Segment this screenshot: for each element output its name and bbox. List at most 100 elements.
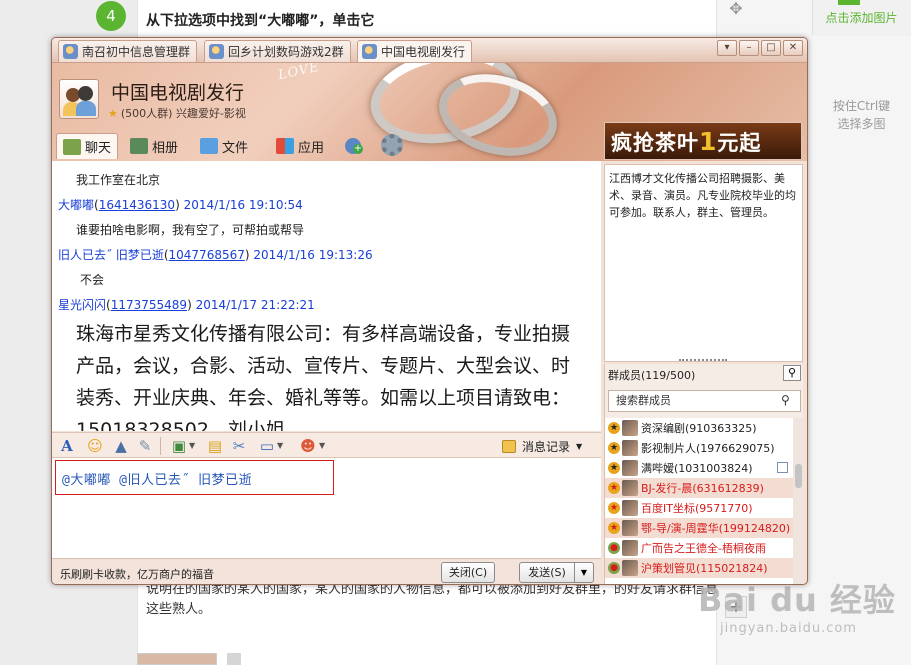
group-icon [63, 44, 78, 59]
step-number-badge: 4 [96, 1, 126, 31]
member-item[interactable]: ★ 资深编剧(910363325) [605, 418, 793, 438]
gear-icon[interactable] [381, 134, 403, 156]
member-item[interactable]: ★ 满哔嫒(1031003824) [605, 458, 793, 478]
minimize-icon[interactable]: – [739, 40, 759, 56]
tea-advertisement[interactable]: 疯抢茶叶1元起 [604, 122, 802, 160]
avatar [622, 440, 638, 456]
photo-album-icon [130, 138, 148, 154]
member-item[interactable]: ● 广而告之王德全-梧桐夜雨 [605, 538, 793, 558]
avatar [622, 560, 638, 576]
member-label: 鄂-导/演-周霆华(199124820) [641, 522, 791, 535]
admin-badge-icon: ★ [608, 522, 620, 534]
sender-qq-link[interactable]: 1173755489 [111, 298, 187, 312]
avatar [622, 520, 638, 536]
member-item[interactable]: ★ 鄂-导/演-周霆华(199124820) [605, 518, 793, 538]
message-header: 旧人已去˝ 旧梦已逝(1047768567) 2014/1/16 19:13:2… [58, 248, 373, 262]
tab-session[interactable]: 南召初中信息管理群 [58, 40, 198, 62]
member-item[interactable]: ★ BJ-发行-晨(631612839) [605, 478, 793, 498]
message-body: 我工作室在北京 [76, 173, 161, 187]
chevron-down-icon[interactable]: ▼ [319, 441, 325, 450]
tab-session[interactable]: 中国电视剧发行 [357, 40, 473, 62]
member-count-title: 群成员(119/500) [608, 369, 696, 382]
toolbar-chat-label: 聊天 [85, 141, 112, 156]
message-header: 大嘟嘟(1641436130) 2014/1/16 19:10:54 [58, 198, 303, 212]
chevron-down-icon[interactable]: ▼ [277, 441, 283, 450]
toolbar-apps[interactable]: 应用 [276, 133, 324, 159]
history-label: 消息记录 [522, 440, 571, 454]
member-search-input[interactable]: 搜索群成员 [608, 390, 801, 412]
chat-history[interactable]: 我工作室在北京 大嘟嘟(1641436130) 2014/1/16 19:10:… [52, 161, 601, 431]
avatar [622, 420, 638, 436]
member-label: 资深编剧(910363325) [641, 422, 757, 435]
member-list-scrollbar[interactable] [793, 418, 804, 584]
member-label: 满哔嫒(1031003824) [641, 462, 753, 475]
tab-session[interactable]: 回乡计划数码游戏2群 [204, 40, 351, 62]
close-icon[interactable]: ✕ [783, 40, 803, 56]
group-avatar[interactable] [59, 79, 99, 119]
qq-group-chat-window: LOVE 南召初中信息管理群 回乡计划数码游戏2群 中国电视剧发行 ▾ – □ … [51, 37, 808, 585]
add-image-label[interactable]: 点击添加图片 [812, 9, 911, 26]
member-label: 百度IT坐标(9571770) [641, 502, 753, 515]
multi-select-hint-line1: 按住Ctrl键 [832, 99, 891, 113]
message-input[interactable]: @大嘟嘟 @旧人已去˝ 旧梦已逝 [52, 458, 601, 558]
send-button[interactable]: 发送(S) [519, 562, 575, 583]
watermark-url: jingyan.baidu.com [720, 621, 857, 636]
edit-icon[interactable] [777, 462, 788, 473]
font-icon[interactable]: A [58, 437, 76, 455]
handwriting-icon[interactable]: ✎ [136, 437, 154, 455]
admin-badge-icon: ★ [608, 462, 620, 474]
add-app-icon[interactable] [345, 138, 363, 154]
member-item[interactable]: ★ 百度IT坐标(9571770) [605, 498, 793, 518]
sender-qq-link[interactable]: 1641436130 [99, 198, 175, 212]
emoji-icon[interactable]: ☺ [86, 437, 104, 455]
move-handle-icon[interactable]: ✥ [727, 0, 745, 18]
toolbar-apps-label: 应用 [298, 140, 325, 156]
toolbar-chat[interactable]: 聊天 [56, 133, 119, 159]
admin-badge-icon: ★ [608, 422, 620, 434]
sender-qq-link[interactable]: 1047768567 [169, 248, 245, 262]
toolbar-album[interactable]: 相册 [130, 133, 178, 159]
screen-share-icon[interactable]: ▭ [258, 437, 276, 455]
message-history-button[interactable]: 消息记录 ▼ [502, 438, 582, 455]
search-icon[interactable]: ⚲ [781, 393, 790, 407]
screenshot-icon[interactable]: ✂ [230, 437, 248, 455]
send-options-dropdown[interactable]: ▼ [574, 562, 594, 583]
history-icon [502, 440, 516, 453]
note-icon[interactable]: ▤ [206, 437, 224, 455]
apps-grid-icon [276, 138, 294, 154]
member-label: 广而告之王德全-梧桐夜雨 [641, 542, 766, 555]
sender-name[interactable]: 大嘟嘟 [58, 198, 94, 212]
sender-name[interactable]: 旧人已去˝ 旧梦已逝 [58, 248, 164, 262]
group-category: (500人群) 兴趣爱好-影视 [120, 107, 246, 120]
member-list: ★ 资深编剧(910363325) ★ 影视制片人(1976629075) ★ … [605, 418, 793, 584]
magic-expression-icon[interactable]: ☻ [299, 437, 317, 455]
chat-status-icon: ● [608, 562, 620, 574]
image-icon[interactable]: ▣ [170, 437, 188, 455]
member-item[interactable]: ● 沪策划管见(115021824) [605, 558, 793, 578]
multi-select-hint: 按住Ctrl键 选择多图 [812, 97, 911, 133]
promo-link[interactable]: 乐刷刷卡收款，亿万商户的福音 [60, 566, 214, 582]
dropdown-icon[interactable]: ▾ [717, 40, 737, 56]
banner-love-text: LOVE [276, 59, 322, 84]
close-button[interactable]: 关闭(C) [441, 562, 495, 583]
chat-bubble-icon [63, 138, 81, 155]
chevron-down-icon: ▼ [576, 442, 583, 451]
maximize-icon[interactable]: □ [761, 40, 781, 56]
toolbar-files-label: 文件 [222, 140, 249, 156]
chevron-down-icon[interactable]: ▼ [189, 441, 195, 450]
member-item[interactable]: ★ 影视制片人(1976629075) [605, 438, 793, 458]
avatar [622, 540, 638, 556]
sender-name[interactable]: 星光闪闪 [58, 298, 106, 312]
admin-badge-icon: ★ [608, 502, 620, 514]
image-thumbnail[interactable] [137, 653, 217, 665]
toolbar-album-label: 相册 [152, 140, 179, 156]
image-thumbnail[interactable] [227, 653, 241, 665]
member-label: BJ-发行-晨(631612839) [641, 482, 764, 495]
search-icon[interactable]: ⚲ [783, 365, 801, 381]
shake-window-icon[interactable]: ▲ [112, 437, 130, 455]
window-controls: ▾ – □ ✕ [715, 40, 803, 56]
resize-grip-icon[interactable] [679, 353, 727, 361]
toolbar-files[interactable]: 文件 [200, 133, 248, 159]
announcement-text: 江西博才文化传播公司招聘摄影、美术、录音、演员。凡专业院校毕业的均可参加。联系人… [609, 172, 796, 219]
scroll-thumb[interactable] [795, 464, 802, 488]
